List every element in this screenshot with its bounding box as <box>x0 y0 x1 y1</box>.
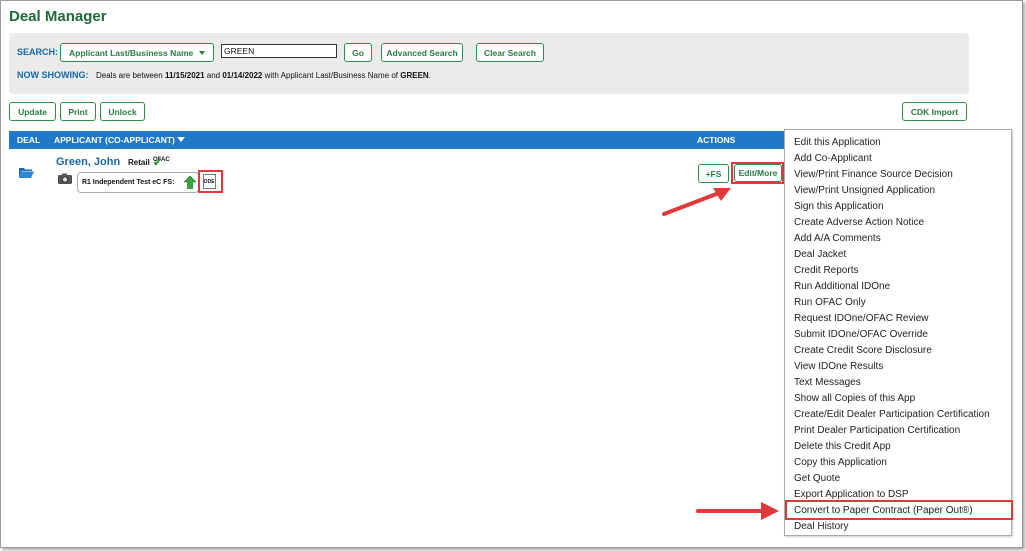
menu-item-text-messages[interactable]: Text Messages <box>794 377 861 388</box>
finance-source-box: R1 Independent Test eC FS: <box>77 172 199 193</box>
column-header-deal: DEAL <box>17 135 41 145</box>
start-date: 11/15/2021 <box>164 71 205 80</box>
now-showing-text-4: . <box>428 71 431 80</box>
cdk-import-button[interactable]: CDK Import <box>902 102 967 121</box>
menu-item-submit-idone-override[interactable]: Submit IDOne/OFAC Override <box>794 329 928 340</box>
menu-item-view-idone-results[interactable]: View IDOne Results <box>794 361 883 372</box>
search-label: SEARCH: <box>17 47 59 57</box>
menu-item-copy-application[interactable]: Copy this Application <box>794 457 887 468</box>
folder-icon[interactable] <box>19 167 34 178</box>
menu-item-show-all-copies[interactable]: Show all Copies of this App <box>794 393 915 404</box>
sort-down-icon <box>176 137 185 142</box>
search-name: GREEN <box>400 71 429 80</box>
menu-item-edit-dealer-participation[interactable]: Create/Edit Dealer Participation Certifi… <box>794 409 990 420</box>
now-showing-text: Deals are between 11/15/2021 and 01/14/2… <box>96 71 431 80</box>
menu-item-credit-score-disclosure[interactable]: Create Credit Score Disclosure <box>794 345 932 356</box>
now-showing-text-3: with Applicant Last/Business Name of <box>262 71 401 80</box>
menu-item-get-quote[interactable]: Get Quote <box>794 473 840 484</box>
deal-manager-window: Deal Manager SEARCH: Applicant Last/Busi… <box>0 0 1023 548</box>
edit-more-button[interactable]: Edit/More <box>734 164 782 182</box>
menu-item-delete-credit-app[interactable]: Delete this Credit App <box>794 441 891 452</box>
column-header-actions: ACTIONS <box>697 135 736 145</box>
annotation-arrow-convert-icon <box>696 502 779 520</box>
unlock-button[interactable]: Unlock <box>100 102 145 121</box>
edit-more-highlight: Edit/More <box>731 162 784 184</box>
menu-item-add-aa-comments[interactable]: Add A/A Comments <box>794 233 881 244</box>
camera-icon[interactable] <box>58 173 72 184</box>
clear-search-button[interactable]: Clear Search <box>476 43 544 62</box>
finance-source-label: R1 Independent Test eC FS: <box>82 179 175 186</box>
chevron-down-icon <box>199 51 205 55</box>
checkmark-icon: ✔ <box>153 157 163 169</box>
update-button[interactable]: Update <box>9 102 56 121</box>
table-header: DEAL APPLICANT (CO-APPLICANT) ACTIONS <box>9 131 784 149</box>
column-header-applicant-label: APPLICANT (CO-APPLICANT) <box>54 135 175 145</box>
search-field-select[interactable]: Applicant Last/Business Name <box>60 43 214 62</box>
document-icon[interactable]: DDE <box>203 174 216 189</box>
end-date: 01/14/2022 <box>222 71 263 80</box>
search-input[interactable] <box>221 44 337 58</box>
menu-item-run-additional-idone[interactable]: Run Additional IDOne <box>794 281 890 292</box>
menu-item-request-idone-review[interactable]: Request IDOne/OFAC Review <box>794 313 929 324</box>
menu-item-adverse-action-notice[interactable]: Create Adverse Action Notice <box>794 217 924 228</box>
go-button[interactable]: Go <box>344 43 372 62</box>
document-highlight: DDE <box>198 170 223 193</box>
menu-item-view-unsigned-application[interactable]: View/Print Unsigned Application <box>794 185 935 196</box>
menu-item-edit-application[interactable]: Edit this Application <box>794 137 881 148</box>
applicant-name-link[interactable]: Green, John <box>56 156 120 168</box>
search-panel: SEARCH: Applicant Last/Business Name Go … <box>9 33 969 94</box>
document-icon-label: DDE <box>204 179 215 185</box>
paper-contract-highlight <box>785 500 1013 520</box>
menu-item-credit-reports[interactable]: Credit Reports <box>794 265 858 276</box>
annotation-arrow-edit-icon <box>662 188 731 216</box>
menu-item-export-to-dsp[interactable]: Export Application to DSP <box>794 489 909 500</box>
column-header-applicant[interactable]: APPLICANT (CO-APPLICANT) <box>54 135 185 145</box>
menu-item-run-ofac-only[interactable]: Run OFAC Only <box>794 297 866 308</box>
advanced-search-button[interactable]: Advanced Search <box>381 43 463 62</box>
now-showing-text-1: Deals are between <box>96 71 165 80</box>
up-arrow-icon[interactable] <box>184 176 196 189</box>
add-finance-source-button[interactable]: +FS <box>698 164 729 183</box>
actions-menu: Edit this Application Add Co-Applicant V… <box>784 129 1012 536</box>
menu-item-deal-jacket[interactable]: Deal Jacket <box>794 249 846 260</box>
menu-item-print-dealer-participation[interactable]: Print Dealer Participation Certification <box>794 425 960 436</box>
now-showing-label: NOW SHOWING: <box>17 70 89 80</box>
page-title: Deal Manager <box>9 8 107 25</box>
menu-item-deal-history[interactable]: Deal History <box>794 521 848 532</box>
ofac-status: ✔ OFAC <box>153 157 170 169</box>
now-showing-text-2: and <box>204 71 223 80</box>
menu-item-add-co-applicant[interactable]: Add Co-Applicant <box>794 153 872 164</box>
search-field-select-label: Applicant Last/Business Name <box>69 47 194 58</box>
deal-type: Retail <box>128 158 150 167</box>
menu-item-view-finance-decision[interactable]: View/Print Finance Source Decision <box>794 169 953 180</box>
print-button[interactable]: Print <box>60 102 96 121</box>
menu-item-sign-application[interactable]: Sign this Application <box>794 201 884 212</box>
